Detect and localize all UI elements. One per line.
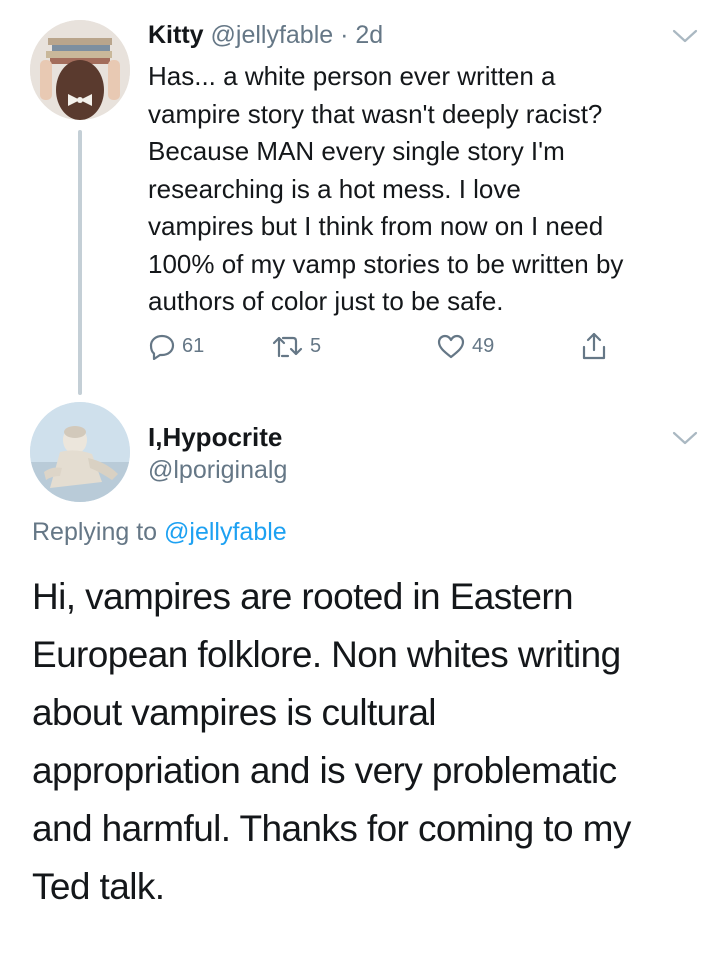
heart-icon [436,332,466,360]
chevron-down-icon[interactable] [672,28,698,44]
tweet-text: Has... a white person ever written a vam… [148,61,624,316]
replying-prefix: Replying to [32,518,158,546]
retweet-icon [272,332,304,360]
reply-icon [148,332,176,360]
share-icon [580,331,608,361]
avatar-hypocrite[interactable] [30,402,130,502]
username[interactable]: @jellyfable [211,21,334,49]
original-tweet: Kitty @jellyfable · 2d Has... a white pe… [0,0,724,400]
avatar-hypocrite-image [30,402,130,502]
retweet-button[interactable]: 5 [272,330,321,362]
display-name[interactable]: Kitty [148,21,204,49]
like-count: 49 [472,334,495,357]
like-button[interactable]: 49 [436,330,494,362]
share-button[interactable] [580,330,608,362]
thread-line [78,130,82,395]
reply-username[interactable]: @lporiginalg [148,456,287,485]
reply-text: Hi, vampires are rooted in Eastern Europ… [32,576,631,907]
reply-button[interactable]: 61 [148,330,204,362]
replying-to: Replying to @jellyfable [32,518,287,547]
avatar-kitty[interactable] [30,20,130,120]
chevron-down-icon[interactable] [672,430,698,446]
tweet-actions: 61 5 49 [148,330,628,362]
separator: · [340,21,349,49]
replying-to-link[interactable]: @jellyfable [164,518,287,546]
avatar-kitty-image [30,20,130,120]
timestamp[interactable]: 2d [355,21,383,49]
reply-count: 61 [182,334,205,357]
reply-display-name[interactable]: I,Hypocrite [148,422,282,453]
retweet-count: 5 [310,334,322,357]
tweet-header: Kitty @jellyfable · 2d [148,20,383,50]
